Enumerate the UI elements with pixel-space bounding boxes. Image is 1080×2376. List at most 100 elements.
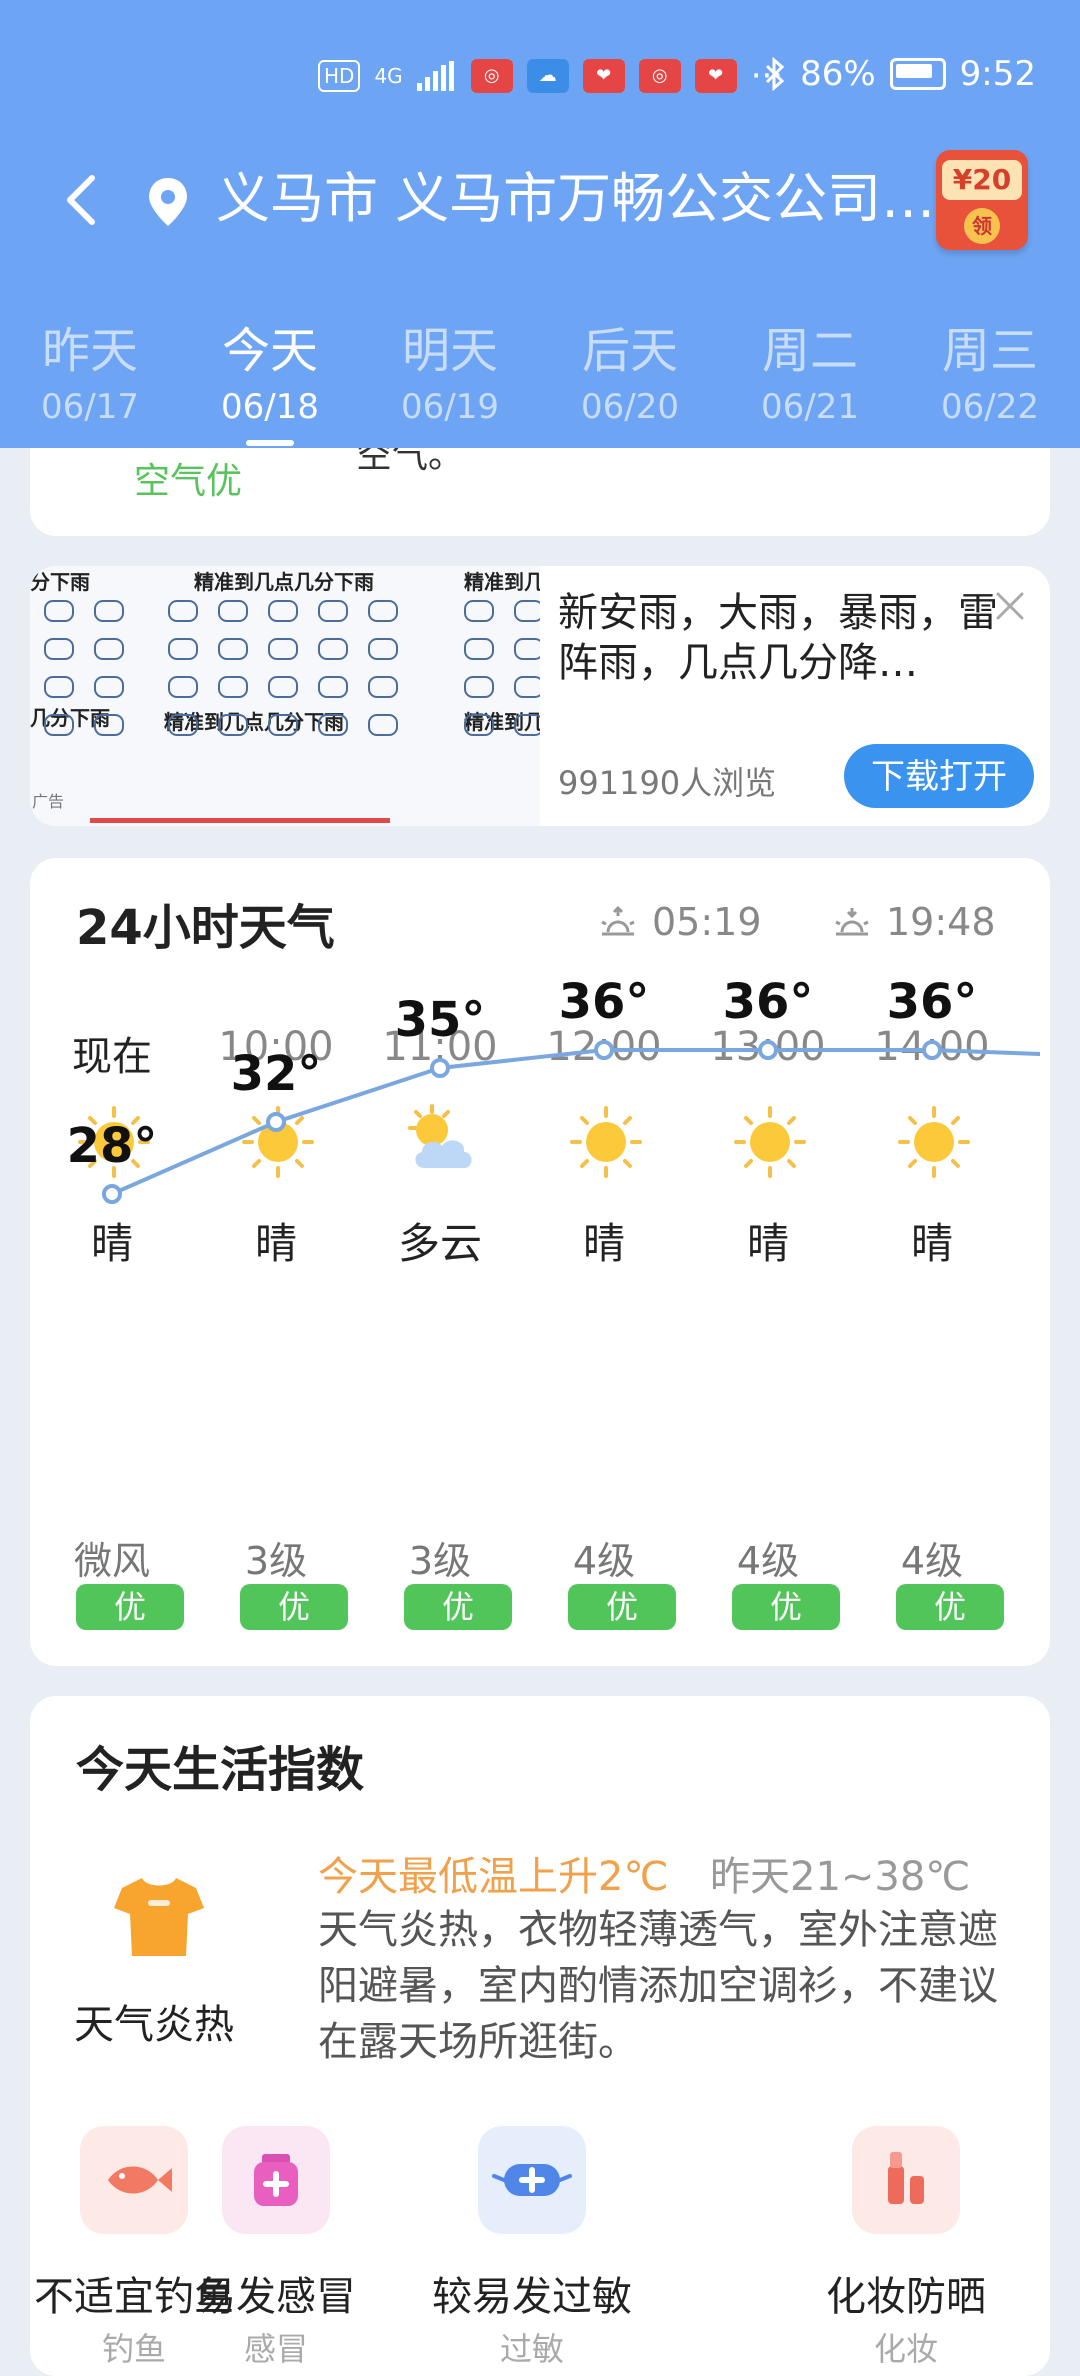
back-icon[interactable]: [54, 170, 114, 230]
hour-column[interactable]: 11:00 多云 35° 3级 优: [358, 858, 522, 1666]
tshirt-icon: [114, 1878, 204, 1956]
ad-image[interactable]: 分下雨 精准到几点几分下雨 精准到几 几分下雨 精准到几点几分下雨 精准到几 广…: [30, 566, 540, 826]
hour-aqi-badge: 优: [732, 1584, 840, 1630]
red-packet-button[interactable]: ¥20 领: [936, 150, 1028, 250]
tab-today[interactable]: 今天 06/18: [180, 320, 360, 446]
active-tab-indicator: [246, 440, 294, 446]
bluetooth-icon: [766, 57, 785, 91]
hour-wind: 4级: [900, 1539, 964, 1583]
hour-condition: 晴: [582, 1219, 625, 1268]
tab-day-after-tomorrow[interactable]: 后天 06/20: [540, 320, 720, 430]
network-label: 4G: [374, 64, 403, 88]
hour-column[interactable]: 12:00 晴 36° 4级 优: [522, 858, 686, 1666]
life-item-label: 较易发过敏: [432, 2274, 632, 2320]
hd-badge: HD: [318, 60, 361, 92]
hour-aqi-badge: 优: [568, 1584, 676, 1630]
cosmetics-icon: [852, 2126, 960, 2234]
red-packet-amount: ¥20: [942, 160, 1022, 200]
tab-day-name: 昨天: [41, 323, 138, 379]
tab-day-name: 周三: [941, 323, 1038, 379]
hour-temp-label: 36°: [886, 974, 978, 1030]
hour-temp-label: 35°: [394, 992, 486, 1048]
tab-day-name: 明天: [401, 323, 498, 379]
air-quality-label: 空气优: [134, 461, 243, 502]
app-notification-icon: ◎: [638, 59, 681, 93]
clothing-advice: 天气炎热，衣物轻薄透气，室外注意遮阳避暑，室内酌情添加空调衫，不建议在露天场所逛…: [318, 1907, 998, 2065]
location-title[interactable]: 义马市 义马市万畅公交公司…: [216, 164, 936, 234]
ad-headline[interactable]: 新安雨，大雨，暴雨，雷阵雨，几点几分降…: [558, 588, 998, 688]
download-open-button[interactable]: 下载打开: [844, 744, 1034, 808]
tab-day-date: 06/20: [581, 387, 679, 427]
life-item-allergy[interactable]: 较易发过敏 过敏: [412, 2126, 652, 2370]
tab-tomorrow[interactable]: 明天 06/19: [360, 320, 540, 430]
hourly-columns: 现在 晴 28° 微风 优 10:00 晴 32° 3级 优 11:00 多云 …: [30, 858, 1050, 1666]
tab-tuesday[interactable]: 周二 06/21: [720, 320, 900, 430]
life-item-label: 易发感冒: [196, 2274, 356, 2320]
tab-day-date: 06/18: [221, 387, 319, 427]
hour-condition: 多云: [397, 1219, 482, 1268]
tab-day-name: 今天: [221, 323, 318, 379]
ad-card[interactable]: 分下雨 精准到几点几分下雨 精准到几 几分下雨 精准到几点几分下雨 精准到几 广…: [30, 566, 1050, 826]
ad-mark: 广告: [32, 792, 65, 811]
weather-notification-icon: ☁: [526, 59, 569, 93]
ad-weather-icons: [464, 600, 540, 736]
close-icon[interactable]: [990, 586, 1030, 626]
hour-condition: 晴: [254, 1219, 297, 1268]
hour-condition: 晴: [90, 1219, 133, 1268]
hour-column[interactable]: 现在 晴 28° 微风 优: [30, 858, 194, 1666]
yesterday-range: 昨天21~38℃: [710, 1854, 971, 1900]
hour-aqi-badge: 优: [76, 1584, 184, 1630]
hour-time: 现在: [72, 1034, 152, 1080]
hour-aqi-badge: 优: [896, 1584, 1004, 1630]
mask-icon: [478, 2126, 586, 2234]
life-item-cold[interactable]: 易发感冒 感冒: [156, 2126, 396, 2370]
status-bar: HD 4G ◎ ☁ ❤ ◎ ❤ ··· 86% 9:52: [0, 50, 1080, 110]
hour-temp-label: 36°: [558, 974, 650, 1030]
sun-icon: [242, 1106, 314, 1178]
hour-column[interactable]: 14:00 晴 36° 4级 优: [850, 858, 1014, 1666]
ad-caption: 分下雨: [30, 570, 90, 594]
app-notification-icon: ❤: [694, 59, 737, 93]
ad-weather-icons: [168, 600, 398, 736]
day-tabs: 昨天 06/17 今天 06/18 明天 06/19 后天 06/20 周二 0…: [0, 320, 1080, 448]
hour-time: 13:00: [710, 1024, 826, 1070]
ad-view-count: 991190人浏览: [558, 764, 777, 802]
life-item-cosmetics[interactable]: 化妆防晒 化妆: [786, 2126, 1026, 2370]
temperature-change: 今天最低温上升2℃: [318, 1854, 669, 1900]
ad-caption: 精准到几点几分下雨: [194, 570, 374, 594]
life-item-label: 化妆防晒: [826, 2274, 986, 2320]
app-notification-icon: ❤: [582, 59, 625, 93]
hour-aqi-badge: 优: [240, 1584, 348, 1630]
partly-cloudy-icon: [408, 1104, 472, 1168]
hour-condition: 晴: [910, 1219, 953, 1268]
ad-red-line: [90, 818, 390, 823]
header: HD 4G ◎ ☁ ❤ ◎ ❤ ··· 86% 9:52 义马市 义马市万畅公交…: [0, 0, 1080, 448]
tab-yesterday[interactable]: 昨天 06/17: [0, 320, 180, 430]
hour-temp-label: 32°: [230, 1046, 322, 1102]
battery-icon: [889, 58, 946, 90]
hour-wind: 4级: [736, 1539, 800, 1583]
life-item-sub: 感冒: [243, 2330, 308, 2368]
hour-wind: 3级: [244, 1539, 308, 1583]
hour-time: 14:00: [874, 1024, 990, 1070]
tab-day-name: 周二: [761, 323, 858, 379]
air-text-fragment: 空气。: [356, 448, 465, 476]
location-bar: 义马市 义马市万畅公交公司…: [0, 150, 1080, 250]
hourly-forecast-card: 24小时天气 05:19 19:48 现在 晴 28° 微风 优 10:00 晴…: [30, 858, 1050, 1666]
hour-condition: 晴: [746, 1219, 789, 1268]
hour-column[interactable]: 13:00 晴 36° 4级 优: [686, 858, 850, 1666]
tab-wednesday[interactable]: 周三 06/22: [900, 320, 1080, 430]
air-quality-card[interactable]: 空气优 空气。: [30, 448, 1050, 536]
tab-day-date: 06/22: [941, 387, 1039, 427]
life-index-card: 今天生活指数 天气炎热 今天最低温上升2℃ 昨天21~38℃ 天气炎热，衣物轻薄…: [30, 1696, 1050, 2376]
app-notification-icon: ◎: [470, 59, 513, 93]
life-item-sub: 化妆: [873, 2330, 938, 2368]
hour-column[interactable]: 10:00 晴 32° 3级 优: [194, 858, 358, 1666]
clock: 9:52: [959, 54, 1036, 94]
signal-icon: [416, 61, 454, 91]
status-icons: HD 4G ◎ ☁ ❤ ◎ ❤ ···: [318, 56, 783, 96]
hour-time: 12:00: [546, 1024, 662, 1070]
hour-wind: 微风: [73, 1539, 150, 1583]
tab-day-date: 06/21: [761, 387, 859, 427]
status-right: 86% 9:52: [764, 54, 1036, 94]
